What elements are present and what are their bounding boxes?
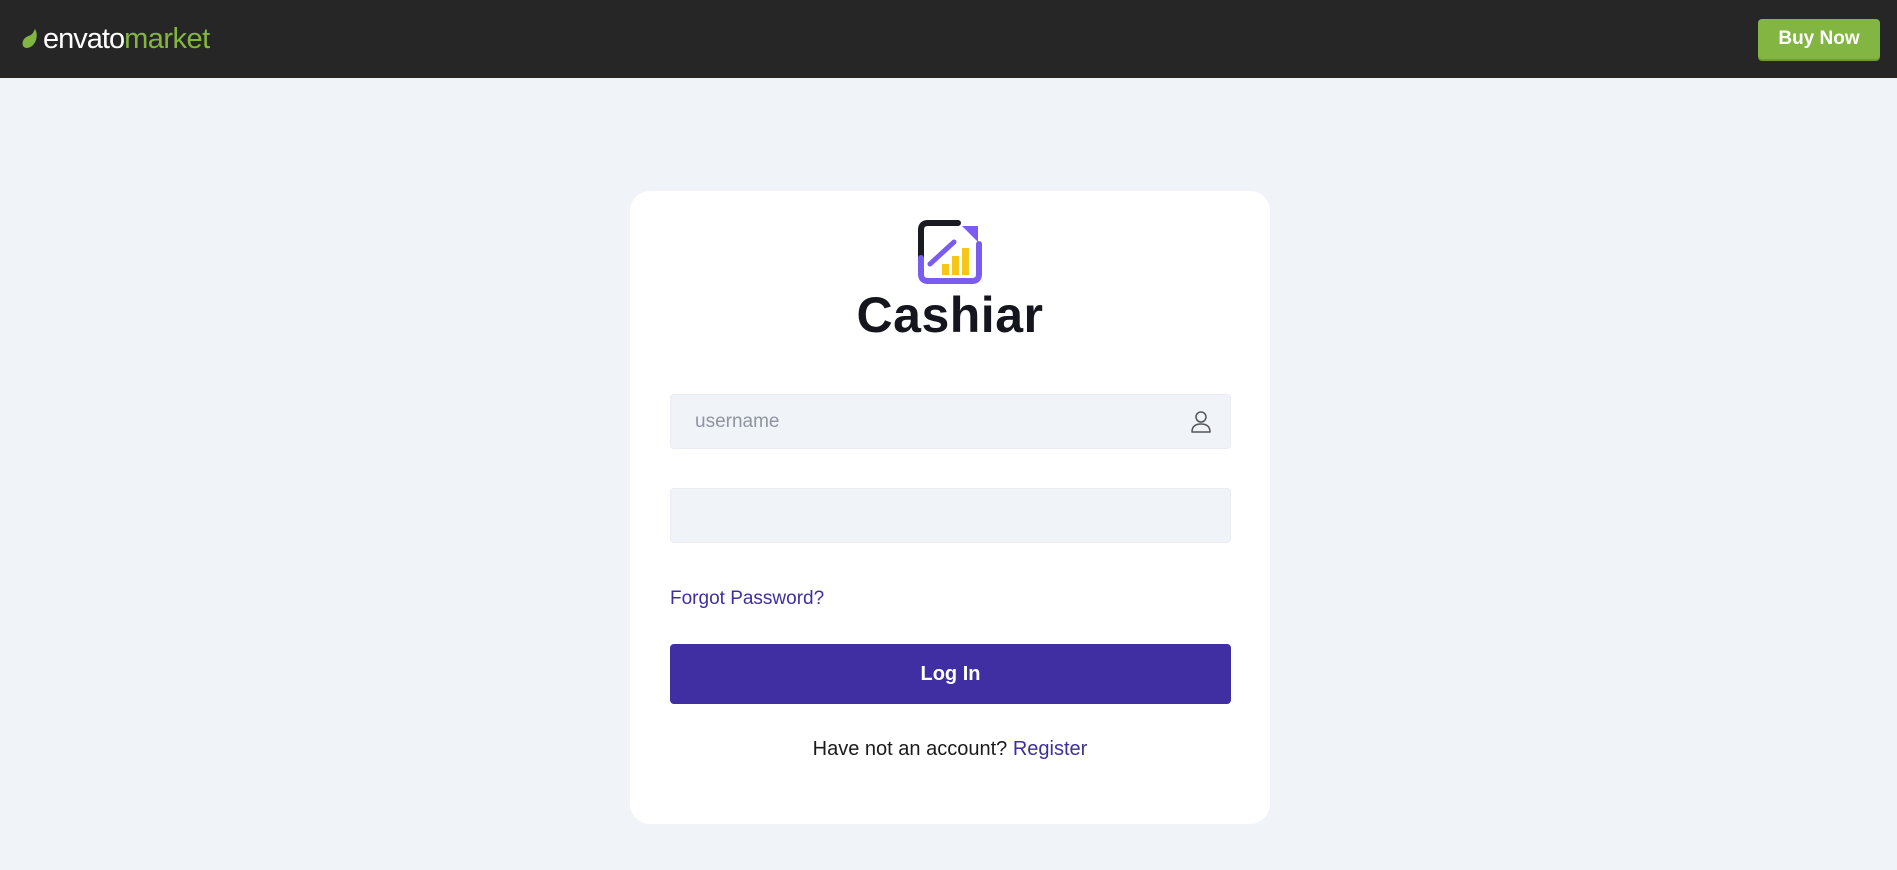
brand-market-text: market [124, 22, 210, 55]
envato-market-logo[interactable]: envato market [20, 23, 210, 56]
password-field[interactable] [670, 488, 1231, 543]
forgot-password-link[interactable]: Forgot Password? [670, 588, 824, 610]
leaf-icon [22, 29, 37, 48]
username-input[interactable] [671, 395, 1230, 448]
register-prompt: Have not an account? [812, 738, 1008, 760]
top-bar: envato market Buy Now [0, 0, 1897, 78]
user-icon [1191, 411, 1211, 433]
register-line: Have not an account? Register [630, 738, 1270, 761]
password-input[interactable] [671, 489, 1230, 542]
login-card: Cashiar Forgot Password? Log In Have not… [630, 191, 1270, 824]
buy-now-button[interactable]: Buy Now [1758, 19, 1880, 59]
login-button[interactable]: Log In [670, 644, 1231, 704]
username-field[interactable] [670, 394, 1231, 449]
app-name: Cashiar [856, 287, 1044, 343]
brand-envato-text: envato [43, 22, 125, 55]
growth-chart-icon [918, 220, 982, 284]
register-link[interactable]: Register [1013, 738, 1087, 760]
